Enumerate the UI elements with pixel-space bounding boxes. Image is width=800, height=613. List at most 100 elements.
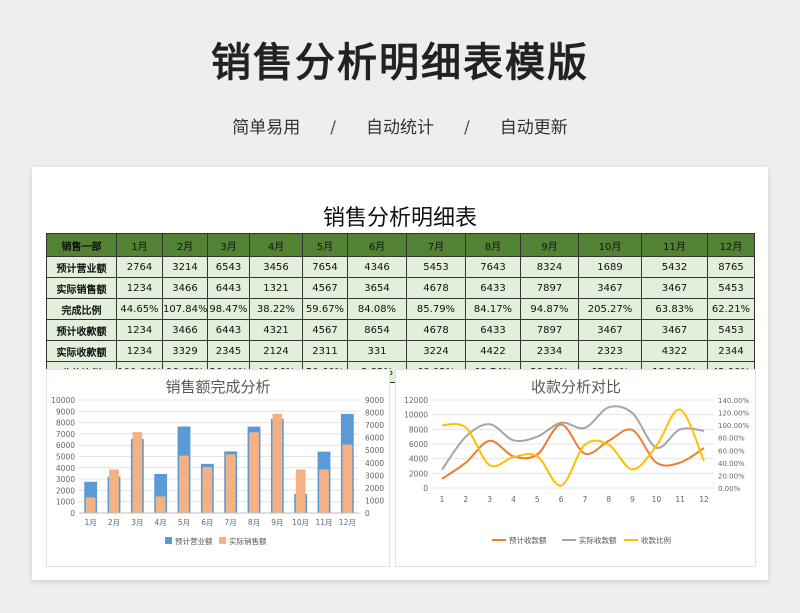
table-cell: 5453 [406, 256, 466, 278]
bar-actual-sales [342, 444, 353, 513]
table-cell: 2323 [578, 340, 642, 362]
x-tick-label: 4月 [155, 518, 167, 527]
table-cell: 3214 [162, 256, 208, 278]
bar-actual-sales [85, 497, 96, 513]
table-cell: 331 [347, 340, 407, 362]
table-cell: 59.67% [302, 298, 348, 320]
table-cell: 85.79% [406, 298, 466, 320]
table-cell: 1234 [116, 340, 163, 362]
table-cell: 6443 [207, 277, 250, 299]
column-header: 4月 [249, 233, 303, 257]
x-tick-label: 10月 [292, 518, 309, 527]
sheet-title: 销售分析明细表 [322, 206, 477, 231]
table-cell: 8654 [347, 319, 407, 341]
x-tick-label: 3月 [131, 518, 143, 527]
table-cell: 6443 [207, 319, 250, 341]
table-cell: 3224 [406, 340, 466, 362]
y-tick-label-left: 4000 [56, 464, 75, 473]
column-header: 5月 [302, 233, 348, 257]
collection-chart-panel: 收款分析对比 0 2000 4000 6000 8000 10000 12000 0.00% 20… [395, 369, 756, 567]
y-tick-label-right: 8000 [365, 409, 384, 418]
table-cell: 1234 [116, 319, 163, 341]
table-cell: 84.08% [347, 298, 407, 320]
x-tick-label: 2 [463, 495, 468, 504]
bar-actual-sales [109, 469, 119, 513]
column-header: 8月 [465, 233, 521, 257]
table-cell: 63.83% [641, 298, 708, 320]
tag-separator: / [464, 118, 470, 138]
table-cell: 2124 [249, 340, 303, 362]
page-title: 销售分析明细表模版 [211, 40, 589, 86]
x-tick-label: 9 [630, 495, 635, 504]
tag-3: 自动更新 [499, 118, 568, 138]
bar-actual-sales [132, 432, 143, 513]
x-tick-label: 4 [511, 495, 516, 504]
x-tick-label: 1月 [85, 518, 97, 527]
table-cell: 7643 [465, 256, 521, 278]
row-label: 实际收款额 [46, 340, 117, 362]
table-cell: 4322 [641, 340, 708, 362]
sales-chart-panel: 销售额完成分析 0 1000 2000 3000 4000 5000 6000 7000 8000… [46, 369, 390, 567]
table-cell: 3466 [162, 277, 208, 299]
line-collection-ratio [441, 408, 705, 487]
legend-swatch [165, 537, 172, 544]
x-tick-label: 5月 [178, 518, 190, 527]
table-cell: 62.21% [707, 298, 755, 320]
table-cell: 1689 [578, 256, 642, 278]
x-tick-label: 6月 [201, 518, 213, 527]
x-tick-label: 10 [652, 495, 662, 504]
y-tick-label-left: 0 [423, 484, 428, 493]
y-tick-label-right: 5000 [365, 446, 384, 455]
bar-actual-sales [295, 469, 306, 513]
column-header: 9月 [520, 233, 579, 257]
y-tick-label-right: 2000 [365, 484, 384, 493]
table-row: 实际销售额 1234 3466 6443 1321 4567 3654 4678 6433 789… [46, 277, 755, 299]
row-label: 预计营业额 [46, 256, 117, 278]
table-cell: 107.84% [162, 298, 208, 320]
x-tick-label: 7月 [225, 518, 237, 527]
x-tick-label: 1 [440, 495, 445, 504]
legend-label: 实际销售额 [229, 536, 267, 546]
y-tick-label-right: 3000 [365, 471, 384, 480]
chart-title: 收款分析对比 [531, 378, 621, 396]
table-cell: 4321 [249, 319, 303, 341]
table-cell: 94.87% [520, 298, 579, 320]
table-cell: 5432 [641, 256, 708, 278]
y-tick-label-right: 20.00% [718, 472, 745, 480]
table-cell: 6543 [207, 256, 250, 278]
x-tick-label: 11 [675, 495, 685, 504]
y-tick-label-right: 7000 [365, 421, 384, 430]
table-cell: 6433 [465, 277, 521, 299]
table-cell: 8765 [707, 256, 755, 278]
table-cell: 44.65% [116, 298, 163, 320]
table-cell: 3467 [641, 277, 708, 299]
row-label: 完成比例 [46, 298, 117, 320]
tag-separator: / [330, 118, 336, 138]
x-tick-label: 8月 [248, 518, 260, 527]
table-cell: 4346 [347, 256, 407, 278]
y-tick-label-left: 7000 [56, 430, 75, 439]
bar-actual-sales [225, 454, 236, 513]
table-cell: 7897 [520, 277, 579, 299]
table-cell: 205.27% [578, 298, 642, 320]
data-table: 销售一部 1月 2月 3月 4月 5月 6月 7月 8月 9月 10月 11月 12月 预计营业额 276… [46, 233, 755, 383]
table-row: 实际收款额 1234 3329 2345 2124 2311 331 3224 4422 2334… [46, 340, 755, 362]
tag-1: 简单易用 [232, 118, 301, 138]
table-cell: 5453 [707, 277, 755, 299]
table-cell: 3329 [162, 340, 208, 362]
table-row: 完成比例 44.65% 107.84% 98.47% 38.22% 59.67% 84.08… [46, 298, 755, 320]
column-header: 11月 [641, 233, 708, 257]
legend-label: 实际收款额 [579, 535, 617, 545]
y-tick-label-left: 3000 [56, 475, 75, 484]
y-tick-label-left: 1000 [56, 498, 75, 507]
y-tick-label-left: 2000 [56, 486, 75, 495]
y-tick-label-left: 12000 [404, 396, 428, 405]
table-cell: 2344 [707, 340, 755, 362]
y-tick-label-right: 120.00% [718, 410, 749, 418]
y-tick-label-left: 10000 [404, 411, 428, 420]
table-cell: 8324 [520, 256, 579, 278]
table-cell: 4678 [406, 319, 466, 341]
table-cell: 3654 [347, 277, 407, 299]
row-label: 实际销售额 [46, 277, 117, 299]
column-header: 2月 [162, 233, 208, 257]
